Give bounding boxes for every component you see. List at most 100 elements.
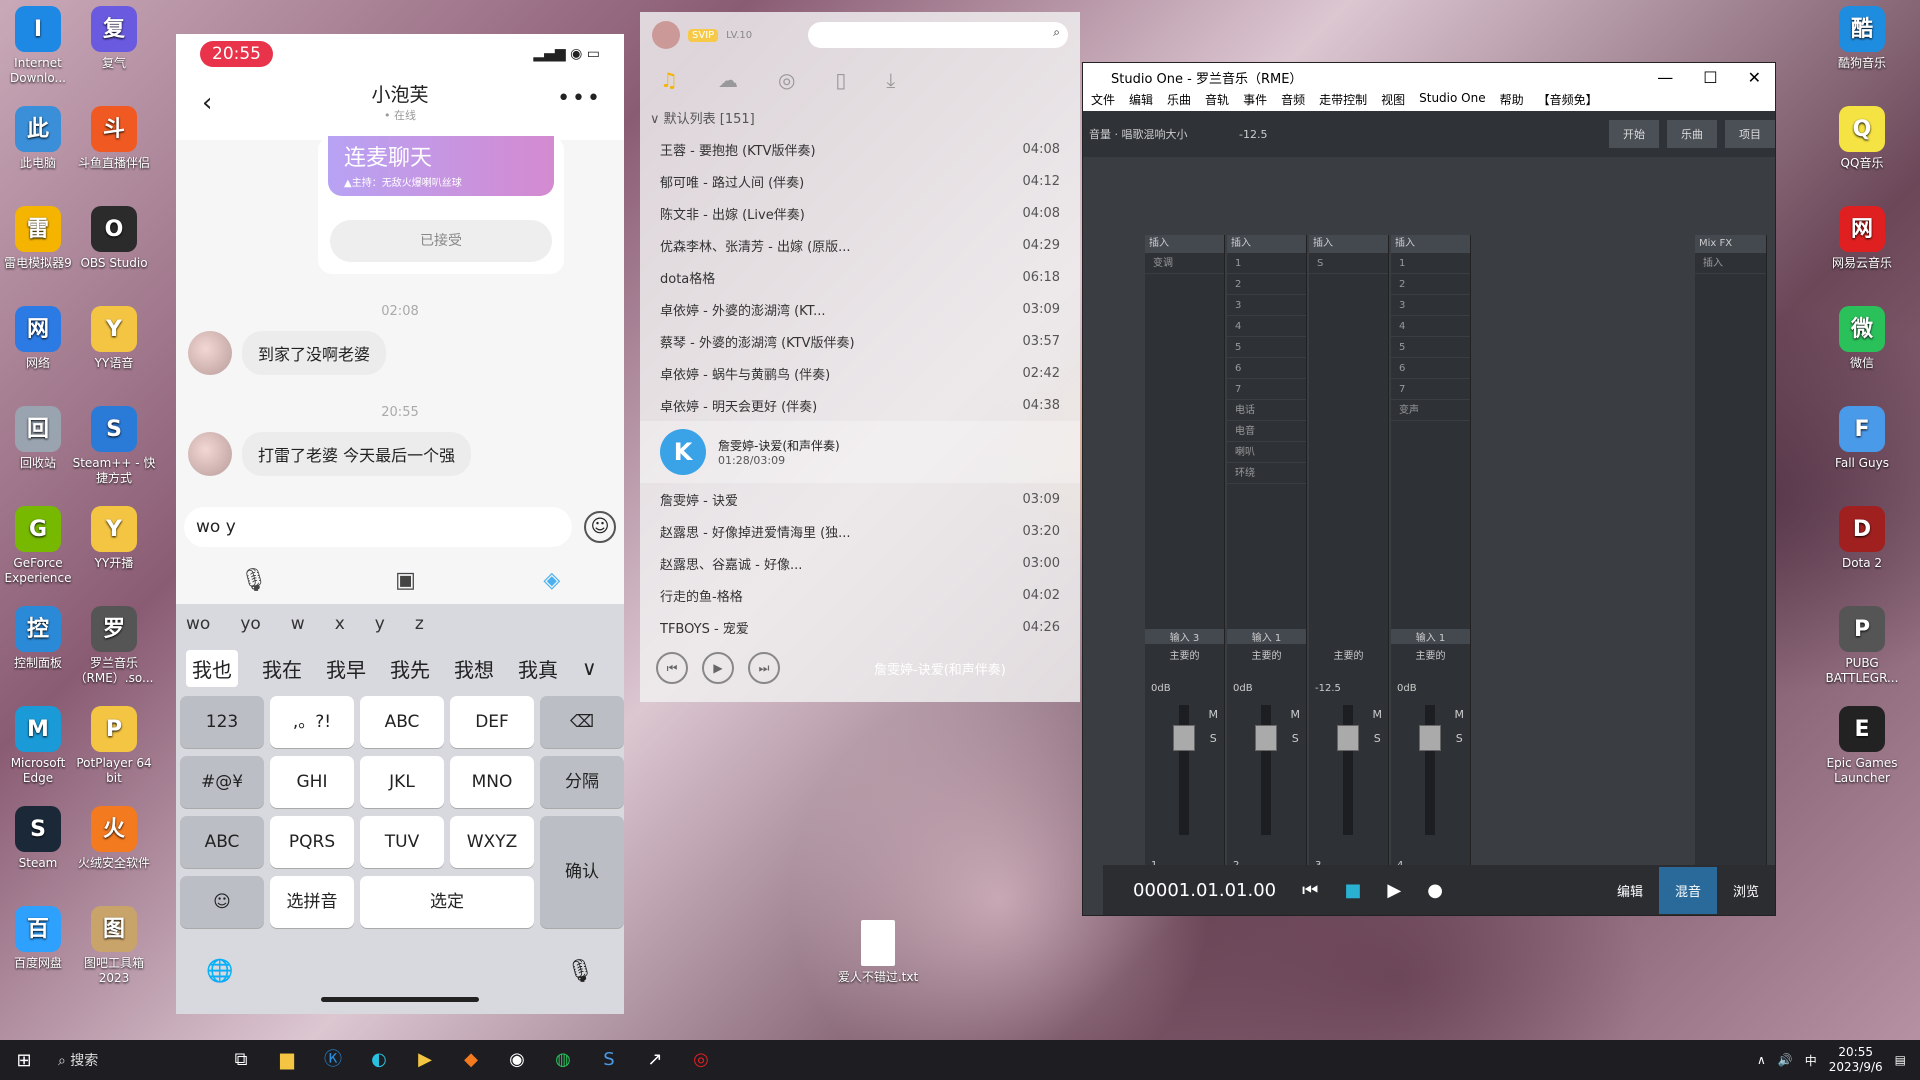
desktop-icon[interactable]: O OBS Studio: [72, 206, 156, 271]
playlist-title[interactable]: ∨ 默认列表 [151]: [640, 102, 1080, 133]
menu-item[interactable]: 编辑: [1129, 91, 1153, 111]
keyboard-key[interactable]: ,。?!: [270, 696, 354, 748]
channel-output[interactable]: 主要的: [1309, 647, 1388, 662]
keyboard-mic-icon[interactable]: 🎙: [566, 959, 594, 984]
candidate-word[interactable]: 我早: [326, 654, 366, 683]
maximize-icon[interactable]: ☐: [1703, 68, 1717, 87]
keyboard-key[interactable]: MNO: [450, 756, 534, 808]
insert-slot[interactable]: 电话: [1227, 400, 1306, 421]
desktop-icon[interactable]: E Epic Games Launcher: [1820, 706, 1904, 786]
fader-knob[interactable]: [1337, 725, 1359, 751]
project-button[interactable]: 项目: [1725, 120, 1775, 148]
menu-item[interactable]: 音轨: [1205, 91, 1229, 111]
solo-button[interactable]: S: [1209, 727, 1219, 751]
candidate-word[interactable]: 我先: [390, 654, 430, 683]
insert-slot[interactable]: 5: [1391, 337, 1470, 358]
potplayer-icon[interactable]: ▶: [402, 1040, 448, 1080]
mute-button[interactable]: M: [1291, 703, 1301, 727]
keyboard-key[interactable]: 分隔: [540, 756, 624, 808]
desktop-icon[interactable]: 酷酷狗音乐: [1820, 6, 1904, 71]
mix-fx-header[interactable]: Mix FX: [1695, 235, 1766, 253]
keyboard-key[interactable]: ABC: [180, 816, 264, 868]
avatar[interactable]: [188, 331, 232, 375]
netease-music-icon[interactable]: ◎: [678, 1040, 724, 1080]
current-song-row[interactable]: K 詹雯婷-诀爱(和声伴奏) 01:28/03:09: [640, 421, 1080, 483]
song-row[interactable]: 行走的鱼-格格 04:02: [640, 579, 1080, 611]
keyboard-key[interactable]: 123: [180, 696, 264, 748]
desktop-icon[interactable]: 图图吧工具箱2023: [72, 906, 156, 986]
desktop-icon[interactable]: 此此电脑: [0, 106, 80, 171]
search-input[interactable]: ⌕: [808, 22, 1068, 48]
browse-button[interactable]: 浏览: [1717, 867, 1775, 914]
mix-button[interactable]: 混音: [1658, 866, 1717, 914]
song-row[interactable]: 卓依婷 - 外婆的澎湖湾 (KT... 03:09: [640, 293, 1080, 325]
desktop-icon[interactable]: I Internet Downlo...: [0, 6, 80, 86]
edit-button[interactable]: 编辑: [1601, 867, 1659, 914]
play-icon[interactable]: ▶: [1387, 880, 1401, 901]
notification-icon[interactable]: ▤: [1895, 1053, 1906, 1067]
game-icon[interactable]: ◈: [543, 568, 560, 593]
menu-item[interactable]: 【音频免】: [1538, 91, 1598, 111]
desktop-icon[interactable]: 复复气: [72, 6, 156, 71]
insert-slot[interactable]: 7: [1227, 379, 1306, 400]
song-row[interactable]: 王蓉 - 要抱抱 (KTV版伴奏) 04:08: [640, 133, 1080, 165]
desktop-icon[interactable]: 控控制面板: [0, 606, 80, 671]
fader-knob[interactable]: [1173, 725, 1195, 751]
volume-fader[interactable]: [1255, 705, 1277, 835]
menu-item[interactable]: 帮助: [1500, 91, 1524, 111]
file-explorer-icon[interactable]: ▆: [264, 1040, 310, 1080]
menu-item[interactable]: 走带控制: [1319, 91, 1367, 111]
insert-slot[interactable]: 1: [1391, 253, 1470, 274]
keyboard-key[interactable]: WXYZ: [450, 816, 534, 868]
insert-slot[interactable]: 4: [1227, 316, 1306, 337]
keyboard-key[interactable]: 选拼音: [270, 876, 354, 928]
insert-slot[interactable]: 4: [1391, 316, 1470, 337]
obs-icon[interactable]: ◉: [494, 1040, 540, 1080]
keyboard-key[interactable]: #@¥: [180, 756, 264, 808]
insert-slot[interactable]: 2: [1227, 274, 1306, 295]
insert-slot[interactable]: 3: [1227, 295, 1306, 316]
rewind-icon[interactable]: ⏮: [1302, 880, 1318, 901]
insert-slot[interactable]: 1: [1227, 253, 1306, 274]
candidate-word[interactable]: 我也: [186, 649, 238, 687]
wechat-icon[interactable]: ◍: [540, 1040, 586, 1080]
keyboard-key[interactable]: ⌫: [540, 696, 624, 748]
channel-output[interactable]: 主要的: [1391, 647, 1470, 662]
volume-value[interactable]: -12.5: [1239, 128, 1279, 141]
insert-header[interactable]: 插入: [1391, 235, 1470, 253]
desktop-icon[interactable]: 回回收站: [0, 406, 80, 471]
insert-slot[interactable]: 电音: [1227, 421, 1306, 442]
song-row[interactable]: 优森李林、张清芳 - 出嫁 (原版... 04:29: [640, 229, 1080, 261]
keyboard-key[interactable]: PQRS: [270, 816, 354, 868]
candidate-word[interactable]: 我真: [518, 654, 558, 683]
menu-item[interactable]: 乐曲: [1167, 91, 1191, 111]
music-note-icon[interactable]: ♫: [660, 68, 678, 92]
menu-item[interactable]: Studio One: [1419, 91, 1485, 111]
cloud-icon[interactable]: ☁: [718, 68, 738, 92]
desktop-icon[interactable]: Y YY开播: [72, 506, 156, 571]
insert-slot[interactable]: 6: [1227, 358, 1306, 379]
stop-icon[interactable]: ■: [1344, 880, 1361, 901]
insert-slot[interactable]: 6: [1391, 358, 1470, 379]
volume-fader[interactable]: [1419, 705, 1441, 835]
tray-chevron-icon[interactable]: ∧: [1757, 1053, 1766, 1067]
device-icon[interactable]: ▯: [835, 68, 846, 92]
pinyin-option[interactable]: x: [335, 614, 345, 634]
desktop-icon[interactable]: 斗斗鱼直播伴侣: [72, 106, 156, 171]
desktop-icon[interactable]: M Microsoft Edge: [0, 706, 80, 786]
download-icon[interactable]: ⤓: [886, 68, 895, 92]
accepted-button[interactable]: 已接受: [330, 220, 552, 262]
pinyin-option[interactable]: wo: [186, 614, 210, 634]
windows-start-icon[interactable]: ⊞: [0, 1050, 48, 1071]
mute-button[interactable]: M: [1209, 703, 1219, 727]
song-button[interactable]: 乐曲: [1667, 120, 1717, 148]
insert-slot[interactable]: 5: [1227, 337, 1306, 358]
close-icon[interactable]: ✕: [1748, 68, 1761, 87]
song-row[interactable]: 郁可唯 - 路过人间 (伴奏) 04:12: [640, 165, 1080, 197]
song-row[interactable]: dota格格 06:18: [640, 261, 1080, 293]
desktop-icon[interactable]: S Steam++ - 快捷方式: [72, 406, 156, 486]
globe-icon[interactable]: 🌐: [206, 959, 233, 984]
insert-slot[interactable]: 环绕: [1227, 463, 1306, 484]
keyboard-key[interactable]: 选定: [360, 876, 534, 928]
pinyin-option[interactable]: y: [375, 614, 385, 634]
